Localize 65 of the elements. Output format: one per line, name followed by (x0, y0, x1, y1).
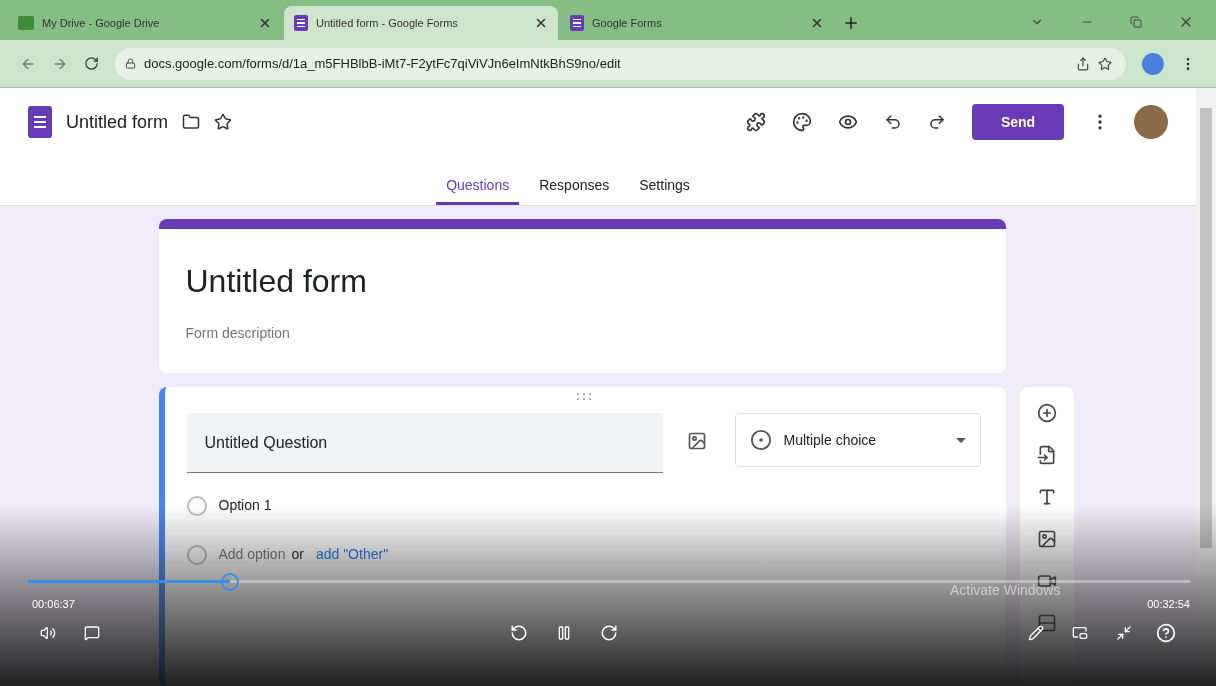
url-text: docs.google.com/forms/d/1a_m5FHBlbB-iMt7-F2ytFc7qiViVJn6eImNtkBhS9no/edit (144, 54, 622, 73)
lock-icon (125, 58, 136, 69)
undo-icon[interactable] (884, 113, 902, 131)
close-icon[interactable] (534, 16, 548, 30)
form-tab[interactable]: Questions (436, 169, 520, 205)
radio-icon (186, 544, 207, 565)
palette-icon[interactable] (792, 112, 812, 132)
form-name[interactable]: Untitled form (66, 108, 169, 136)
forms-icon (294, 15, 308, 31)
help-icon[interactable] (1156, 623, 1176, 643)
tab-title: My Drive - Google Drive (42, 15, 161, 31)
add-other-link[interactable]: add "Other" (315, 544, 389, 565)
or-text: or (291, 545, 304, 564)
close-icon[interactable] (810, 16, 824, 30)
image-icon[interactable] (686, 431, 707, 451)
send-button[interactable]: Send (972, 104, 1064, 140)
tab-title: Google Forms (592, 15, 663, 31)
option-text[interactable]: Option 1 (218, 495, 272, 516)
add-question-icon[interactable] (1036, 403, 1057, 423)
volume-icon[interactable] (40, 625, 56, 641)
add-option-text[interactable]: Add option (218, 544, 286, 565)
exit-fullscreen-icon[interactable] (1116, 625, 1132, 641)
star-icon[interactable] (214, 113, 233, 131)
form-tab[interactable]: Responses (529, 169, 620, 205)
mini-player-icon[interactable] (1072, 625, 1088, 641)
close-icon[interactable] (258, 16, 272, 30)
forms-logo-icon (28, 106, 52, 138)
pause-icon[interactable] (556, 625, 572, 641)
rewind-icon[interactable] (510, 624, 528, 642)
new-tab-icon[interactable] (842, 14, 860, 32)
image-icon[interactable] (1036, 529, 1057, 549)
preview-icon[interactable] (838, 112, 858, 132)
star-icon[interactable] (1098, 56, 1112, 71)
form-tab[interactable]: Settings (629, 169, 700, 205)
form-description-field[interactable]: Form description (185, 323, 979, 344)
pencil-icon[interactable] (1028, 625, 1044, 641)
share-icon[interactable] (1076, 56, 1090, 71)
address-bar[interactable]: docs.google.com/forms/d/1a_m5FHBlbB-iMt7-F2ytFc7qiViVJn6eImNtkBhS9no/edit (115, 47, 1126, 80)
captions-icon[interactable] (84, 625, 100, 641)
section-icon[interactable] (1036, 613, 1057, 633)
activate-windows-notice: Activate Windows (950, 582, 1061, 598)
question-type-dropdown[interactable]: Multiple choice (734, 413, 981, 467)
tab-title: Untitled form - Google Forms (316, 15, 459, 31)
forms-icon (570, 15, 584, 31)
redo-icon[interactable] (928, 113, 946, 131)
radio-icon (186, 495, 207, 516)
form-title[interactable]: Untitled form (185, 257, 979, 305)
puzzle-icon[interactable] (746, 112, 766, 132)
question-type-label: Multiple choice (783, 430, 878, 450)
profile-avatar[interactable] (1142, 52, 1164, 75)
question-title-field[interactable]: Untitled Question (186, 413, 663, 473)
restore-icon[interactable] (1130, 16, 1142, 28)
progress-thumb[interactable] (221, 573, 240, 591)
caret-icon (955, 437, 966, 443)
forward-icon[interactable] (600, 624, 618, 642)
browser-tab[interactable]: Google Forms (560, 6, 834, 40)
browser-tab[interactable]: My Drive - Google Drive (8, 6, 282, 40)
folder-icon[interactable] (182, 113, 201, 131)
elapsed-time: 00:06:37 (32, 597, 75, 612)
radio-icon (749, 429, 772, 451)
account-avatar[interactable] (1134, 105, 1168, 139)
reload-icon[interactable] (84, 56, 99, 71)
import-icon[interactable] (1036, 445, 1057, 465)
total-time: 00:32:54 (1147, 597, 1190, 612)
browser-tab[interactable]: Untitled form - Google Forms (284, 6, 558, 40)
